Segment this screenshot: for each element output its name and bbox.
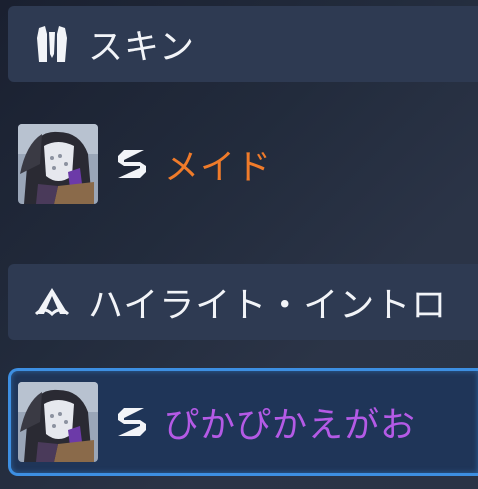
character-portrait <box>18 124 98 204</box>
character-portrait <box>18 382 98 462</box>
skin-name: メイド <box>164 147 273 188</box>
highlight-name: ぴかぴかえがお <box>164 405 417 446</box>
highlight-icon <box>32 282 72 322</box>
s-rarity-icon <box>114 146 150 182</box>
skin-section-header: スキン <box>8 6 478 82</box>
armor-icon <box>32 24 72 64</box>
highlight-item[interactable]: ぴかぴかえがお <box>8 368 478 476</box>
highlight-section-title: ハイライト・イントロ <box>88 285 448 326</box>
s-rarity-icon <box>114 404 150 440</box>
highlight-section-header: ハイライト・イントロ <box>8 264 478 340</box>
skin-item[interactable]: メイド <box>8 110 478 218</box>
skin-section-title: スキン <box>88 27 195 68</box>
